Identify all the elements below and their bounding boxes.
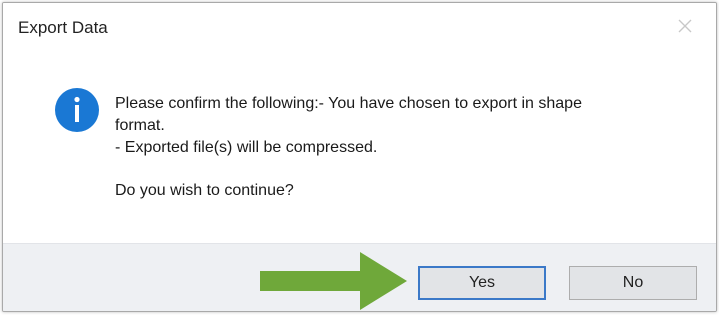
no-button[interactable]: No [569, 266, 697, 300]
message-line: Please confirm the following:- You have … [115, 95, 582, 112]
confirm-question: Do you wish to continue? [115, 182, 294, 199]
dialog-title: Export Data [18, 18, 108, 37]
message-line: - Exported file(s) will be compressed. [115, 139, 378, 156]
message-text: Please confirm the following:- You have … [115, 93, 675, 202]
title-bar: Export Data [3, 3, 716, 53]
close-button[interactable] [672, 13, 698, 39]
close-icon [678, 19, 692, 33]
info-icon [55, 88, 99, 132]
yes-button[interactable]: Yes [418, 266, 546, 300]
message-line: format. [115, 117, 165, 134]
dialog-content: Please confirm the following:- You have … [3, 53, 716, 243]
arrow-right-icon [260, 252, 407, 310]
